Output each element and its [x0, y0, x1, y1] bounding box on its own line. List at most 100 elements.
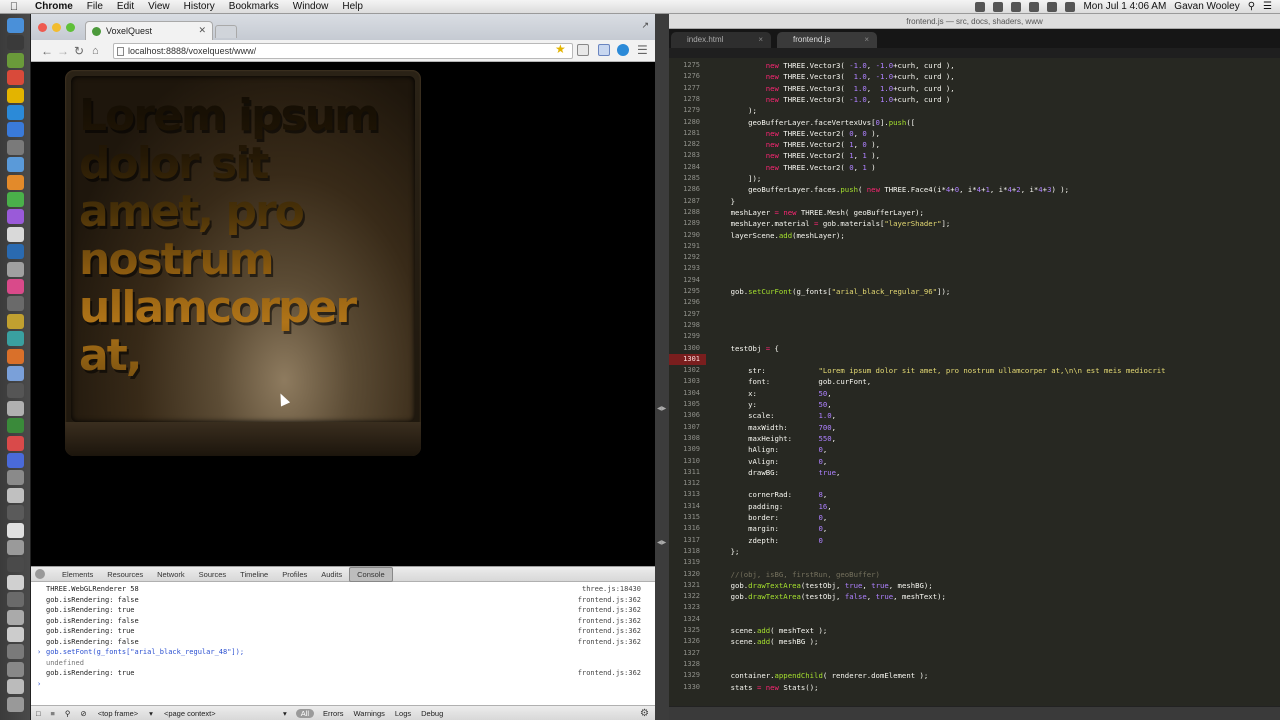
forward-icon[interactable]: →	[57, 44, 69, 58]
devtools-tab-console[interactable]: Console	[349, 566, 393, 582]
dock-app-icon[interactable]	[7, 418, 24, 434]
console-source-link[interactable]: frontend.js:362	[578, 595, 641, 606]
line-number[interactable]: 1295	[669, 286, 700, 297]
close-tab-icon[interactable]: ×	[864, 32, 869, 48]
console-source-link[interactable]: frontend.js:362	[578, 616, 641, 627]
dock-app-icon[interactable]	[7, 366, 24, 381]
dock-app-icon[interactable]	[7, 661, 24, 677]
line-number[interactable]: 1300	[669, 343, 700, 354]
menu-file[interactable]: File	[80, 0, 110, 14]
line-number[interactable]: 1285	[669, 173, 700, 184]
gear-icon[interactable]: ⚙	[640, 708, 649, 719]
line-number[interactable]: 1307	[669, 422, 700, 433]
spotlight-icon[interactable]: ⚲	[1248, 1, 1255, 12]
line-number[interactable]: 1316	[669, 523, 700, 534]
line-number[interactable]: 1291	[669, 241, 700, 252]
dock-app-icon[interactable]	[7, 87, 24, 103]
line-number[interactable]: 1320	[669, 569, 700, 580]
back-icon[interactable]: ←	[41, 44, 53, 58]
console-output[interactable]: THREE.WebGLRenderer 58 three.js:18430 gob.…	[31, 582, 655, 689]
line-number[interactable]: 1325	[669, 625, 700, 636]
line-number[interactable]: 1283	[669, 150, 700, 161]
dock-app-icon[interactable]	[7, 157, 24, 173]
devtools-tab-timeline[interactable]: Timeline	[233, 568, 275, 581]
devtools-tab-profiles[interactable]: Profiles	[275, 568, 314, 581]
line-number[interactable]: 1296	[669, 297, 700, 308]
line-number[interactable]: 1306	[669, 410, 700, 421]
dock-app-icon[interactable]	[7, 35, 24, 51]
dock-app-icon[interactable]	[7, 644, 24, 660]
line-number[interactable]: 1309	[669, 444, 700, 455]
line-number[interactable]: 1278	[669, 94, 700, 105]
line-number[interactable]: 1284	[669, 162, 700, 173]
line-number[interactable]: 1317	[669, 535, 700, 546]
filter-logs[interactable]: Logs	[390, 709, 416, 718]
line-number[interactable]: 1312	[669, 478, 700, 489]
line-number[interactable]: 1276	[669, 71, 700, 82]
address-bar[interactable]: localhost:8888/voxelquest/www/	[113, 43, 573, 59]
dock-app-icon[interactable]	[7, 609, 24, 625]
dock-app-icon[interactable]	[7, 383, 24, 399]
line-number[interactable]: 1327	[669, 648, 700, 659]
clear-console-icon[interactable]: ⊘	[75, 709, 91, 718]
dock-app-icon[interactable]	[7, 557, 24, 573]
devtools-tab-resources[interactable]: Resources	[100, 568, 150, 581]
menu-help[interactable]: Help	[335, 0, 370, 14]
dock-app-icon[interactable]	[7, 279, 24, 294]
line-number[interactable]: 1293	[669, 263, 700, 274]
devtools-tab-elements[interactable]: Elements	[55, 568, 100, 581]
dock-app-icon[interactable]	[7, 18, 24, 33]
menubar-clock[interactable]: Mon Jul 1 4:06 AM	[1083, 1, 1166, 12]
menu-app-name[interactable]: Chrome	[28, 0, 80, 14]
dock-app-icon[interactable]	[7, 174, 24, 190]
browser-tab[interactable]: VoxelQuest ✕	[85, 21, 213, 40]
dock-app-icon[interactable]	[7, 139, 24, 155]
close-tab-icon[interactable]: ×	[758, 32, 763, 48]
editor-tab-index[interactable]: index.html ×	[671, 32, 771, 48]
page-viewport[interactable]: Lorem ipsum dolor sit amet, pro nostrum …	[31, 62, 655, 566]
devtools-tab-network[interactable]: Network	[150, 568, 192, 581]
show-console-icon[interactable]: ≡	[46, 709, 60, 718]
line-number[interactable]: 1304	[669, 388, 700, 399]
home-icon[interactable]: ⌂	[92, 44, 99, 58]
dock-app-icon[interactable]	[7, 313, 24, 329]
close-window-button[interactable]	[38, 23, 47, 32]
menu-bookmarks[interactable]: Bookmarks	[222, 0, 286, 14]
close-devtools-icon[interactable]	[35, 569, 45, 579]
line-number[interactable]: 1290	[669, 230, 700, 241]
apple-menu-icon[interactable]: 	[0, 1, 28, 13]
line-number[interactable]: 1329	[669, 670, 700, 681]
dock-app-icon[interactable]	[7, 540, 24, 555]
line-number[interactable]: 1319	[669, 557, 700, 568]
code-area[interactable]: 1275 1276 1277 1278 1279 1280 1281 1282 1283 1284…	[669, 58, 1280, 706]
minimize-window-button[interactable]	[52, 23, 61, 32]
line-number[interactable]: 1324	[669, 614, 700, 625]
new-tab-button[interactable]	[215, 25, 237, 38]
status-icon[interactable]	[993, 1, 1004, 12]
filter-all[interactable]: All	[295, 708, 315, 718]
menu-history[interactable]: History	[177, 0, 222, 14]
extension-icon[interactable]	[617, 44, 629, 56]
line-number[interactable]: 1275	[669, 60, 700, 71]
notifications-icon[interactable]: ☰	[1263, 1, 1272, 12]
console-source-link[interactable]: frontend.js:362	[578, 637, 641, 648]
line-number[interactable]: 1314	[669, 501, 700, 512]
line-number[interactable]: 1315	[669, 512, 700, 523]
wifi-icon[interactable]	[1029, 1, 1040, 12]
line-number[interactable]: 1281	[669, 128, 700, 139]
line-number[interactable]: 1305	[669, 399, 700, 410]
line-number[interactable]: 1308	[669, 433, 700, 444]
menubar-user[interactable]: Gavan Wooley	[1174, 1, 1239, 12]
line-number[interactable]: 1323	[669, 602, 700, 613]
battery-icon[interactable]	[1065, 1, 1076, 12]
dock-toggle-icon[interactable]: □	[31, 709, 46, 718]
dock-app-icon[interactable]	[7, 296, 24, 312]
dock-app-icon[interactable]	[7, 453, 24, 468]
editor-tab-frontend[interactable]: frontend.js ×	[777, 32, 877, 48]
dock-app-icon[interactable]	[7, 70, 24, 86]
dock-app-icon[interactable]	[7, 331, 24, 347]
line-number[interactable]: 1321	[669, 580, 700, 591]
line-number[interactable]: 1286	[669, 184, 700, 195]
search-icon[interactable]: ⚲	[60, 709, 76, 718]
close-tab-icon[interactable]: ✕	[198, 25, 206, 36]
